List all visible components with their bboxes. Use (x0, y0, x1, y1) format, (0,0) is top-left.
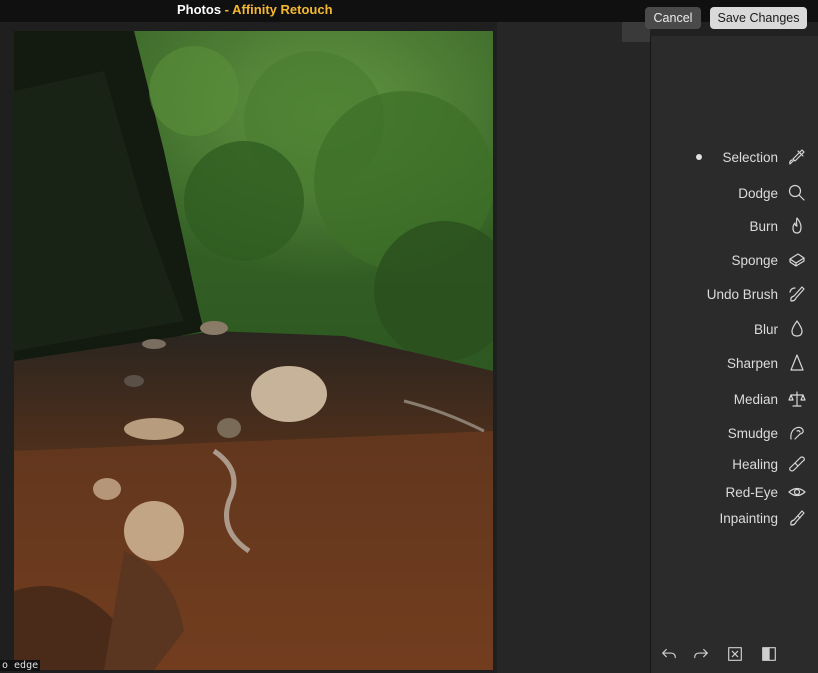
bandage-icon (786, 454, 808, 474)
tool-sponge-label: Sponge (731, 252, 778, 268)
tool-smudge[interactable]: Smudge (728, 423, 808, 443)
canvas-shadow (497, 22, 650, 673)
tool-burn-label: Burn (749, 218, 778, 234)
tool-blur-label: Blur (753, 321, 778, 337)
canvas-edge-text: o edge (0, 660, 41, 671)
tool-sharpen[interactable]: Sharpen (727, 353, 808, 373)
scales-icon (786, 389, 808, 409)
tool-sharpen-label: Sharpen (726, 355, 778, 371)
selected-indicator (696, 154, 703, 160)
tool-sponge[interactable]: Sponge (731, 250, 808, 270)
save-changes-button[interactable]: Save Changes (710, 7, 807, 29)
tool-red-eye-label: Red-Eye (725, 484, 778, 500)
tool-median[interactable]: Median (734, 389, 808, 409)
cancel-button[interactable]: Cancel (645, 7, 701, 29)
tool-undo-brush[interactable]: Undo Brush (707, 284, 808, 304)
triangle-icon (786, 353, 808, 373)
before-after-icon[interactable] (759, 644, 779, 664)
eye-icon (786, 482, 808, 502)
tool-selection[interactable]: Selection (696, 147, 808, 167)
tool-smudge-label: Smudge (727, 425, 778, 441)
redo-icon[interactable] (691, 644, 711, 664)
tool-median-label: Median (733, 391, 778, 407)
undo-brush-icon (786, 284, 808, 304)
tool-undo-brush-label: Undo Brush (706, 286, 778, 302)
tool-inpainting[interactable]: Inpainting (719, 508, 808, 528)
selection-brush-icon (786, 147, 808, 167)
title-separator: - (221, 2, 233, 17)
window-title: Photos - Affinity Retouch (177, 2, 333, 17)
sponge-icon (786, 250, 808, 270)
tool-healing[interactable]: Healing (732, 454, 808, 474)
tool-burn[interactable]: Burn (749, 216, 808, 236)
tool-selection-label: Selection (722, 149, 778, 165)
photo-canvas[interactable] (14, 31, 493, 670)
inpaint-brush-icon (786, 508, 808, 528)
tool-dodge-label: Dodge (738, 185, 778, 201)
undo-icon[interactable] (659, 644, 679, 664)
tool-dodge[interactable]: Dodge (738, 183, 808, 203)
finger-icon (786, 423, 808, 443)
title-app: Photos (177, 2, 222, 17)
title-extension: Affinity Retouch (232, 2, 333, 17)
tool-healing-label: Healing (732, 456, 778, 472)
magnifier-icon (786, 183, 808, 203)
photo-image (14, 31, 493, 670)
tool-red-eye[interactable]: Red-Eye (725, 482, 808, 502)
droplet-icon (786, 319, 808, 339)
tool-blur[interactable]: Blur (754, 319, 808, 339)
tool-inpainting-label: Inpainting (719, 510, 778, 526)
flame-icon (786, 216, 808, 236)
clear-icon[interactable] (725, 644, 745, 664)
